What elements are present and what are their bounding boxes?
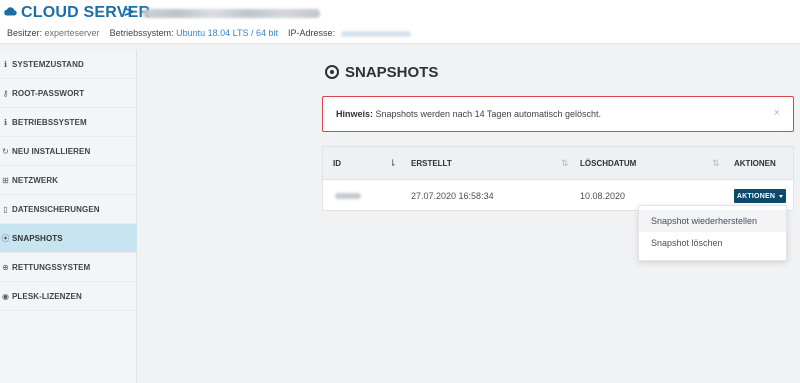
info-alert: Hinweis: Snapshots werden nach 14 Tagen … [322,96,794,132]
ip-address-redacted [340,30,411,37]
sidebar-item-neu-installieren[interactable]: ↻ NEU INSTALLIEREN [0,137,137,166]
column-header-created[interactable]: ERSTELLT [411,159,452,168]
sort-desc-icon[interactable]: ⇂ [389,158,397,169]
os-label: Betriebssystem: [109,28,174,38]
lifebuoy-icon: ⊕ [2,262,9,272]
table-header: ID ⇂ ERSTELLT ⇅ LÖSCHDATUM ⇅ AKTIONEN [323,147,793,180]
cell-delete-date: 10.08.2020 [580,191,626,201]
sidebar-item-systemzustand[interactable]: ℹ SYSTEMZUSTAND [0,50,137,79]
sidebar-item-betriebssystem[interactable]: ℹ BETRIEBSSYSTEM [0,108,137,137]
sidebar-item-label: SYSTEMZUSTAND [12,59,84,69]
sidebar-item-plesk-lizenzen[interactable]: ◉ PLESK-LIZENZEN [0,282,137,311]
menu-item-delete-snapshot[interactable]: Snapshot löschen [639,232,786,254]
cloud-icon [4,7,17,16]
refresh-icon: ↻ [2,146,9,156]
alert-message: Hinweis: Snapshots werden nach 14 Tagen … [336,109,601,119]
breadcrumb-chevron-icon: > [124,4,134,21]
actions-dropdown-button[interactable]: AKTIONEN [734,189,786,203]
os-value-link[interactable]: Ubuntu 18.04 LTS / 64 bit [176,28,278,38]
sidebar-item-snapshots[interactable]: ⦿ SNAPSHOTS [0,224,137,253]
snapshots-table: ID ⇂ ERSTELLT ⇅ LÖSCHDATUM ⇅ AKTIONEN 27… [322,146,794,211]
snapshot-id-redacted [335,193,361,199]
server-info-line: Besitzer: experteserver Betriebssystem: … [7,28,411,38]
caret-down-icon [779,194,784,198]
info-icon: ℹ [3,59,8,69]
column-header-delete-date[interactable]: LÖSCHDATUM [580,159,636,168]
sidebar-item-label: BETRIEBSSYSTEM [12,117,87,127]
snapshot-icon: ⦿ [1,233,10,243]
sidebar-item-label: ROOT-PASSWORT [12,88,85,98]
sidebar-item-root-passwort[interactable]: ⚷ ROOT-PASSWORT [0,79,137,108]
actions-button-label: AKTIONEN [736,192,776,200]
sort-icon[interactable]: ⇅ [712,158,720,169]
info-icon: ℹ [3,117,8,127]
section-title: SNAPSHOTS [345,64,439,81]
sidebar-item-label: SNAPSHOTS [12,233,63,243]
ip-label: IP-Adresse: [288,28,336,38]
close-icon[interactable]: × [774,107,780,119]
key-icon: ⚷ [2,88,9,98]
menu-item-restore-snapshot[interactable]: Snapshot wiederherstellen [639,210,786,232]
alert-strong: Hinweis: [336,109,374,119]
sidebar-item-rettungssystem[interactable]: ⊕ RETTUNGSSYSTEM [0,253,137,282]
owner-value: experteserver [44,28,100,38]
plesk-icon: ◉ [2,291,9,301]
column-header-actions: AKTIONEN [734,159,776,168]
alert-body: Snapshots werden nach 14 Tagen automatis… [373,109,601,119]
sort-icon[interactable]: ⇅ [561,158,569,169]
column-header-id[interactable]: ID [333,159,341,168]
sidebar: ℹ SYSTEMZUSTAND ⚷ ROOT-PASSWORT ℹ BETRIE… [0,50,137,383]
sidebar-item-netzwerk[interactable]: ⊞ NETZWERK [0,166,137,195]
server-name-redacted [142,9,320,18]
page-header: CLOUD SERVER > Besitzer: experteserver B… [0,0,800,44]
sidebar-item-datensicherungen[interactable]: ▯ DATENSICHERUNGEN [0,195,137,224]
file-icon: ▯ [3,204,8,214]
sidebar-item-label: RETTUNGSSYSTEM [12,262,91,272]
sidebar-item-label: NEU INSTALLIEREN [12,146,91,156]
owner-label: Besitzer: [7,28,43,38]
sidebar-item-label: PLESK-LIZENZEN [12,291,82,301]
sidebar-item-label: DATENSICHERUNGEN [12,204,100,214]
cell-created: 27.07.2020 16:58:34 [411,191,494,201]
snapshot-icon [325,65,339,79]
actions-dropdown-menu: Snapshot wiederherstellen Snapshot lösch… [638,205,787,261]
network-icon: ⊞ [2,175,9,185]
sidebar-item-label: NETZWERK [12,175,59,185]
